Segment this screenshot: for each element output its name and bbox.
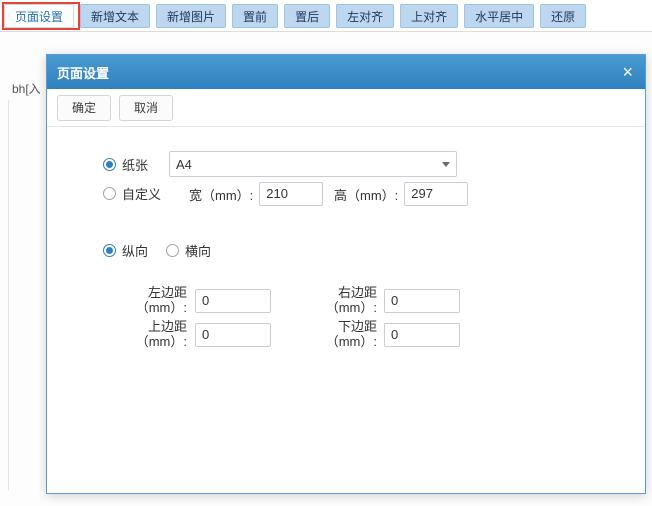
top-margin-input[interactable]: 0 [195,323,271,347]
canvas-faint-text [56,42,196,54]
custom-radio-label: 自定义 [122,184,161,203]
chevron-down-icon [442,162,450,167]
toolbar-button-page-setup[interactable]: 页面设置 [4,4,74,28]
top-margin-label-wrap: 上边距 （mm）: [109,319,187,349]
page-setup-dialog: 页面设置 × 确定 取消 纸张 A4 自定义 宽（mm）: 210 高（mm）: [46,54,646,494]
bottom-margin-label-wrap: 下边距 （mm）: [299,319,377,349]
toolbar-button-bring-front[interactable]: 置前 [232,4,278,28]
dialog-toolbar: 确定 取消 [47,89,645,127]
dialog-titlebar: 页面设置 × [47,55,645,89]
paper-select-wrap: A4 [169,151,457,177]
paper-radio-label: 纸张 [122,155,148,174]
portrait-label: 纵向 [122,241,148,260]
bh-field-label: bh[入 [12,80,41,97]
custom-width-group: 宽（mm）: 210 [189,182,323,206]
width-label: 宽（mm）: [189,185,253,204]
portrait-radio[interactable] [103,244,116,257]
toolbar-button-align-top[interactable]: 上对齐 [400,4,458,28]
toolbar-button-restore[interactable]: 还原 [540,4,586,28]
toolbar-button-align-left[interactable]: 左对齐 [336,4,394,28]
landscape-radio[interactable] [166,244,179,257]
right-margin-input[interactable]: 0 [384,289,460,313]
height-label: 高（mm）: [334,185,398,204]
close-icon[interactable]: × [620,63,635,81]
right-margin-label-wrap: 右边距 （mm）: [299,285,377,315]
toolbar-button-add-text[interactable]: 新增文本 [80,4,150,28]
custom-height-group: 高（mm）: 297 [334,182,468,206]
paper-radio[interactable] [103,158,116,171]
bottom-margin-label: 下边距 （mm）: [326,319,377,349]
toolbar-button-center-horizontal[interactable]: 水平居中 [464,4,534,28]
dialog-body: 纸张 A4 自定义 宽（mm）: 210 高（mm）: 297 纵向 横向 [47,127,645,493]
paper-size-value: A4 [176,157,442,172]
width-input[interactable]: 210 [259,182,323,206]
confirm-button[interactable]: 确定 [57,95,111,121]
toolbar-button-add-image[interactable]: 新增图片 [156,4,226,28]
custom-row: 自定义 [103,184,171,203]
landscape-label: 横向 [185,241,211,260]
custom-radio[interactable] [103,187,116,200]
right-margin-label: 右边距 （mm）: [326,285,377,315]
left-margin-input[interactable]: 0 [195,289,271,313]
canvas-left-column [8,100,47,490]
top-margin-label: 上边距 （mm）: [136,319,187,349]
left-margin-label-wrap: 左边距 （mm）: [109,285,187,315]
cancel-button[interactable]: 取消 [119,95,173,121]
toolbar-button-send-back[interactable]: 置后 [284,4,330,28]
paper-size-select[interactable]: A4 [169,151,457,177]
left-margin-label: 左边距 （mm）: [136,285,187,315]
orientation-row: 纵向 横向 [103,241,221,260]
top-toolbar: 页面设置 新增文本 新增图片 置前 置后 左对齐 上对齐 水平居中 还原 [0,0,652,32]
height-input[interactable]: 297 [404,182,468,206]
paper-row: 纸张 [103,155,158,174]
bottom-margin-input[interactable]: 0 [384,323,460,347]
dialog-title: 页面设置 [57,63,620,82]
